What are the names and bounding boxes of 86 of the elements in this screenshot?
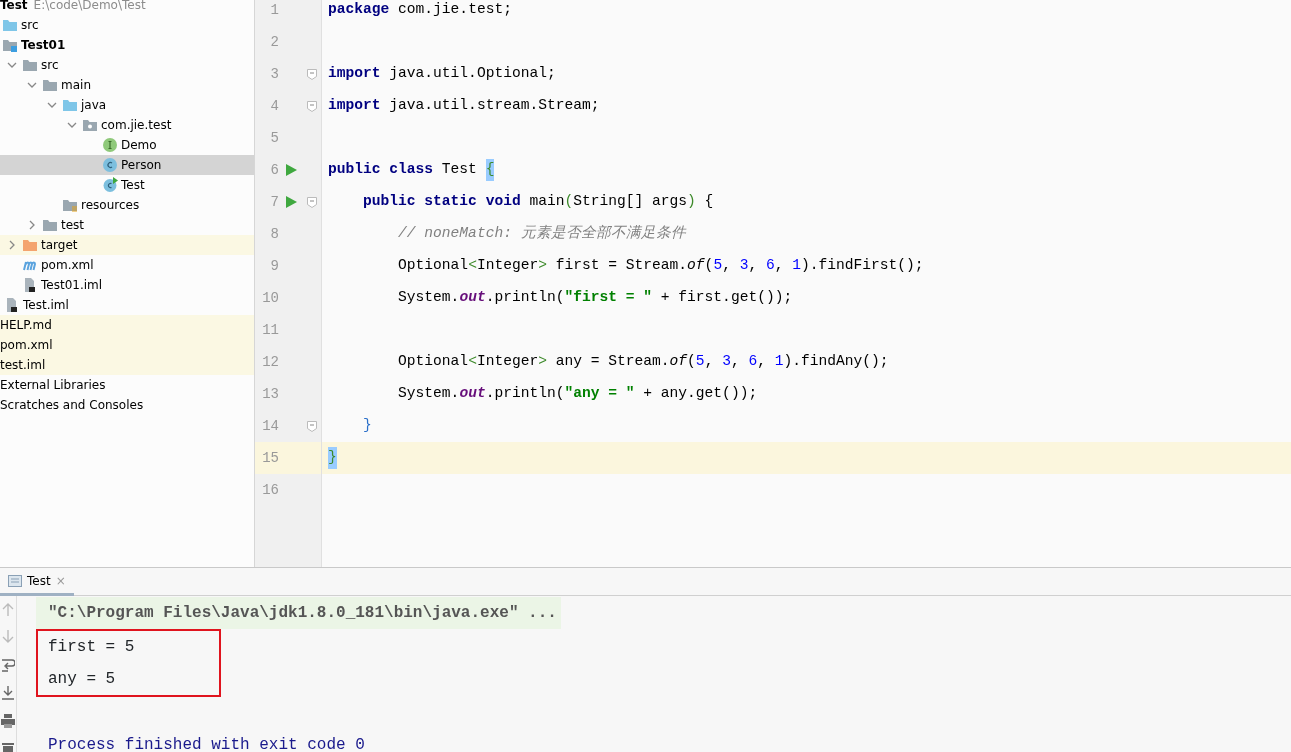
console-output: first = 5 (48, 637, 135, 658)
folder-icon (2, 17, 18, 33)
run-icon[interactable] (285, 164, 297, 176)
code-line: package com.jie.test; (327, 0, 513, 20)
chevron-down-icon[interactable] (67, 120, 77, 130)
class-icon (102, 157, 118, 173)
trash-icon[interactable] (1, 742, 15, 752)
tree-item[interactable]: test.iml (0, 355, 254, 375)
soft-wrap-icon[interactable] (1, 658, 15, 672)
fold-marker-icon[interactable] (307, 100, 317, 112)
line-number: 10 (261, 288, 279, 308)
fold-marker-icon[interactable] (307, 68, 317, 80)
down-arrow-icon[interactable] (1, 630, 15, 644)
code-line: } (362, 416, 373, 436)
chevron-right-icon[interactable] (7, 240, 17, 250)
line-number: 8 (269, 224, 279, 244)
iml-file-icon (22, 277, 38, 293)
chevron-down-icon[interactable] (27, 80, 37, 90)
code-line: System.out.println("any = " + any.get()); (397, 384, 759, 404)
tree-item[interactable]: Scratches and Consoles (0, 395, 254, 415)
tree-item[interactable]: Test01 (0, 35, 254, 55)
project-name: Test (0, 0, 28, 14)
code-line: System.out.println("first = " + first.get()); (397, 288, 794, 308)
up-arrow-icon[interactable] (1, 602, 15, 616)
tree-item[interactable]: java (0, 95, 254, 115)
tree-item[interactable]: Test01.iml (0, 275, 254, 295)
line-number: 13 (261, 384, 279, 404)
tree-item[interactable]: HELP.md (0, 315, 254, 335)
package-icon (82, 117, 98, 133)
project-path: E:\code\Demo\Test (33, 0, 146, 14)
line-number: 12 (261, 352, 279, 372)
code-line: public static void main(String[] args) { (362, 192, 715, 212)
chevron-down-icon[interactable] (7, 60, 17, 70)
module-folder-icon (2, 37, 18, 53)
tree-item[interactable]: target (0, 235, 254, 255)
code-line: Optional<Integer> any = Stream.of(5, 3, 6, 1).findAny(); (397, 352, 890, 372)
tree-item[interactable]: Person (0, 155, 254, 175)
line-number: 1 (269, 0, 279, 20)
code-line: // noneMatch: 元素是否全部不满足条件 (397, 224, 688, 244)
resources-folder-icon (62, 197, 78, 213)
command-line: "C:\Program Files\Java\jdk1.8.0_181\bin\java.exe" ... (48, 603, 557, 624)
tree-item[interactable]: pom.xml (0, 255, 254, 275)
folder-icon (22, 57, 38, 73)
tree-item[interactable]: src (0, 55, 254, 75)
code-line: Optional<Integer> first = Stream.of(5, 3, 6, 1).findFirst(); (397, 256, 925, 276)
chevron-right-icon[interactable] (27, 220, 37, 230)
tree-item[interactable]: External Libraries (0, 375, 254, 395)
folder-icon (42, 217, 58, 233)
tree-item[interactable]: resources (0, 195, 254, 215)
line-number: 15 (261, 448, 279, 468)
tree-item[interactable]: main (0, 75, 254, 95)
tree-item[interactable]: com.jie.test (0, 115, 254, 135)
run-icon[interactable] (285, 196, 297, 208)
print-icon[interactable] (1, 714, 15, 728)
line-number: 11 (261, 320, 279, 340)
console-icon (8, 574, 22, 587)
exit-message: Process finished with exit code 0 (48, 735, 365, 752)
folder-icon (22, 237, 38, 253)
fold-marker-icon[interactable] (307, 196, 317, 208)
tree-item[interactable]: src (0, 15, 254, 35)
iml-file-icon (4, 297, 20, 313)
line-number: 2 (269, 32, 279, 52)
code-line: import java.util.stream.Stream; (327, 96, 601, 116)
fold-marker-icon[interactable] (307, 420, 317, 432)
folder-icon (42, 77, 58, 93)
line-number: 4 (269, 96, 279, 116)
line-number: 9 (269, 256, 279, 276)
tree-item[interactable]: Demo (0, 135, 254, 155)
tree-item[interactable]: Test (0, 175, 254, 195)
tree-item[interactable]: Test.iml (0, 295, 254, 315)
line-number: 3 (269, 64, 279, 84)
line-number: 6 (269, 160, 279, 180)
tree-item[interactable]: test (0, 215, 254, 235)
line-number: 7 (269, 192, 279, 212)
interface-icon (102, 137, 118, 153)
line-number: 16 (261, 480, 279, 500)
scroll-to-end-icon[interactable] (1, 686, 15, 700)
line-number: 5 (269, 128, 279, 148)
runnable-class-icon (102, 177, 118, 193)
folder-icon (62, 97, 78, 113)
chevron-down-icon[interactable] (47, 100, 57, 110)
code-line: import java.util.Optional; (327, 64, 557, 84)
console-output: any = 5 (48, 669, 116, 690)
line-number: 14 (261, 416, 279, 436)
code-line: public class Test { (322, 154, 1291, 186)
tree-item[interactable]: pom.xml (0, 335, 254, 355)
